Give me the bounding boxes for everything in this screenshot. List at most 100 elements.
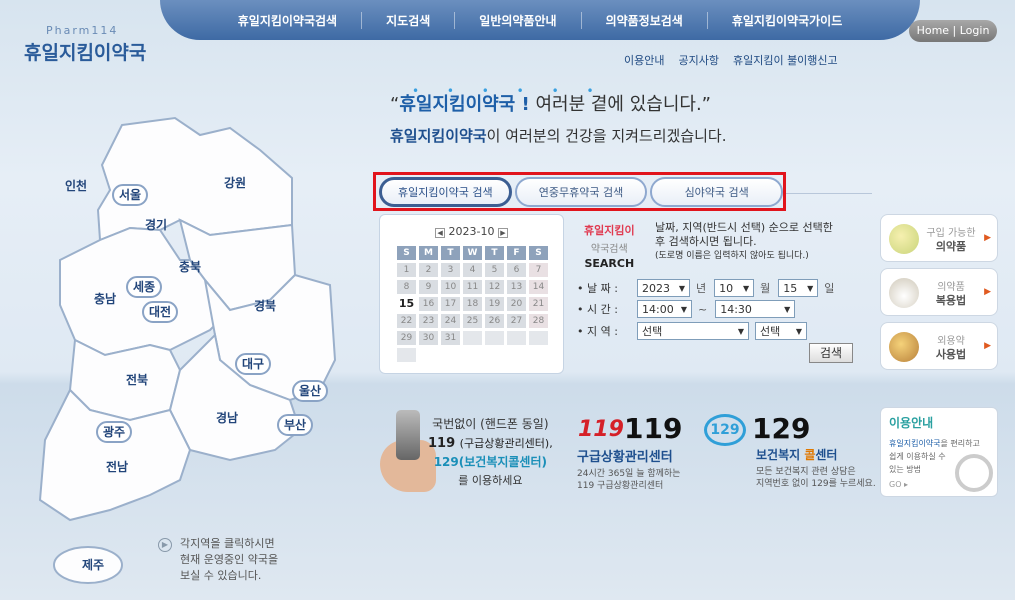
calendar-day[interactable]: 11 bbox=[463, 280, 482, 294]
map-region-gyeongnam[interactable]: 경남 bbox=[216, 409, 238, 426]
calendar-day[interactable]: 24 bbox=[441, 314, 460, 328]
info-129-sub: 모든 보건복지 관련 상담은 지역번호 없이 129를 누르세요. bbox=[756, 467, 876, 489]
calendar-day[interactable]: 8 bbox=[397, 280, 416, 294]
emergency-info: 국번없이 (핸드폰 동일) 119 (구급상황관리센터), 129(보건복지콜센… bbox=[428, 415, 553, 488]
calendar-day[interactable]: 25 bbox=[463, 314, 482, 328]
map-region-daejeon[interactable]: 대전 bbox=[142, 301, 178, 323]
prev-month-icon[interactable]: ◀ bbox=[435, 228, 446, 238]
map-region-daegu[interactable]: 대구 bbox=[235, 353, 271, 375]
calendar-day[interactable]: 19 bbox=[485, 297, 504, 311]
map-region-busan[interactable]: 부산 bbox=[277, 414, 313, 436]
subnav-report[interactable]: 휴일지킴이 불이행신고 bbox=[733, 52, 838, 68]
region-district-select[interactable]: 선택 ▼ bbox=[755, 322, 807, 340]
map-region-gyeonggi[interactable]: 경기 bbox=[145, 216, 167, 233]
chevron-down-icon: ▼ bbox=[737, 326, 744, 336]
info-129[interactable]: 보건복지 콜센터 모든 보건복지 관련 상담은 지역번호 없이 129를 누르세… bbox=[756, 446, 876, 490]
map-region-jeju[interactable]: 제주 bbox=[82, 556, 104, 573]
calendar-day[interactable]: 4 bbox=[463, 263, 482, 277]
calendar-day[interactable]: 5 bbox=[485, 263, 504, 277]
info-119[interactable]: 구급상황관리센터 24시간 365일 늘 함께하는 119 구급상황관리센터 bbox=[577, 446, 680, 492]
guide-title: 이용안내 bbox=[889, 416, 934, 430]
time-from-value: 14:00 bbox=[642, 302, 674, 316]
map-region-incheon[interactable]: 인천 bbox=[65, 177, 87, 194]
nav-map-search[interactable]: 지도검색 bbox=[361, 11, 454, 29]
map-region-sejong[interactable]: 세종 bbox=[126, 276, 162, 298]
map-region-jeonbuk[interactable]: 전북 bbox=[126, 371, 148, 388]
calendar-day[interactable]: 31 bbox=[441, 331, 460, 345]
side-button-otc-drugs[interactable]: 구입 가능한 의약품 ▶ bbox=[880, 214, 998, 262]
day-select[interactable]: 15 ▼ bbox=[778, 279, 819, 297]
map-region-chungnam[interactable]: 충남 bbox=[94, 290, 116, 307]
side-button-line1: 외용약 bbox=[937, 336, 965, 347]
side-button-external-use[interactable]: 외용약 사용법 ▶ bbox=[880, 322, 998, 370]
map-region-gwangju[interactable]: 광주 bbox=[96, 421, 132, 443]
year-select[interactable]: 2023 ▼ bbox=[637, 279, 690, 297]
calendar-day[interactable]: 16 bbox=[419, 297, 438, 311]
search-button[interactable]: 검색 bbox=[809, 343, 853, 363]
calendar-day[interactable]: 18 bbox=[463, 297, 482, 311]
time-from-select[interactable]: 14:00 ▼ bbox=[637, 300, 692, 318]
nav-drug-info-search[interactable]: 의약품정보검색 bbox=[580, 11, 707, 29]
calendar-day[interactable]: 10 bbox=[441, 280, 460, 294]
time-to-select[interactable]: 14:30 ▼ bbox=[715, 300, 796, 318]
calendar-day[interactable]: 6 bbox=[507, 263, 526, 277]
region-city-select[interactable]: 선택 ▼ bbox=[637, 322, 749, 340]
calendar-day[interactable]: 30 bbox=[419, 331, 438, 345]
calendar-day[interactable]: 3 bbox=[441, 263, 460, 277]
calendar-day[interactable]: 7 bbox=[529, 263, 548, 277]
tab-yearround-pharmacy-search[interactable]: 연중무휴약국 검색 bbox=[514, 176, 648, 207]
time-row: • 시 간 : 14:00 ▼ ~ 14:30 ▼ bbox=[577, 300, 796, 318]
chevron-down-icon: ▼ bbox=[795, 326, 802, 336]
calendar-empty-cell bbox=[397, 348, 416, 362]
map-region-chungbuk[interactable]: 충북 bbox=[179, 258, 201, 275]
calendar-day[interactable]: 9 bbox=[419, 280, 438, 294]
next-month-icon[interactable]: ▶ bbox=[497, 228, 508, 238]
search-title-1: 휴일지킴이 bbox=[584, 224, 635, 237]
logo-small-text: Pharm114 bbox=[46, 24, 119, 37]
search-tabs: 휴일지킴이약국 검색 연중무휴약국 검색 심야약국 검색 bbox=[373, 172, 786, 211]
calendar-empty-cell bbox=[463, 331, 482, 345]
usage-guide-box[interactable]: 이용안내 휴일지킴이약국을 편리하고 쉽게 이용하실 수 있는 방법 GO ▸ bbox=[880, 407, 998, 497]
logo-title: 휴일지킴이약국 bbox=[24, 42, 147, 64]
calendar-day[interactable]: 13 bbox=[507, 280, 526, 294]
calendar-day[interactable]: 15 bbox=[397, 297, 416, 311]
map-region-gangwon[interactable]: 강원 bbox=[224, 174, 246, 191]
side-button-dosage[interactable]: 의약품 복용법 ▶ bbox=[880, 268, 998, 316]
info-119-title: 구급상황관리센터 bbox=[577, 450, 673, 465]
nav-holiday-pharmacy-search[interactable]: 휴일지킴이약국검색 bbox=[214, 12, 361, 29]
calendar-day[interactable]: 17 bbox=[441, 297, 460, 311]
subnav-usage-guide[interactable]: 이용안내 bbox=[624, 52, 664, 68]
site-logo[interactable]: Pharm114 휴일지킴이약국 bbox=[24, 24, 146, 65]
tab-night-pharmacy-search[interactable]: 심야약국 검색 bbox=[650, 176, 784, 207]
month-select[interactable]: 10 ▼ bbox=[714, 279, 755, 297]
chevron-down-icon: ▼ bbox=[807, 283, 814, 293]
calendar-day[interactable]: 28 bbox=[529, 314, 548, 328]
calendar-day[interactable]: 20 bbox=[507, 297, 526, 311]
calendar-day[interactable]: 22 bbox=[397, 314, 416, 328]
subnav-notice[interactable]: 공지사항 bbox=[678, 52, 718, 68]
calendar-day[interactable]: 29 bbox=[397, 331, 416, 345]
calendar-day[interactable]: 26 bbox=[485, 314, 504, 328]
calendar-day[interactable]: 27 bbox=[507, 314, 526, 328]
calendar-day[interactable]: 23 bbox=[419, 314, 438, 328]
calendar-weekday: W bbox=[463, 246, 482, 260]
date-label: • 날 짜 : bbox=[577, 282, 618, 295]
info-119-sub: 24시간 365일 늘 함께하는 119 구급상황관리센터 bbox=[577, 469, 681, 491]
calendar-day[interactable]: 12 bbox=[485, 280, 504, 294]
calendar-day[interactable]: 21 bbox=[529, 297, 548, 311]
korea-map-shape bbox=[38, 116, 337, 584]
nav-pharmacy-guide[interactable]: 휴일지킴이약국가이드 bbox=[706, 11, 866, 29]
home-login-button[interactable]: Home | Login bbox=[909, 20, 997, 42]
calendar-day[interactable]: 1 bbox=[397, 263, 416, 277]
map-region-ulsan[interactable]: 울산 bbox=[292, 380, 328, 402]
day-unit: 일 bbox=[824, 282, 835, 295]
emergency-info-line4: 를 이용하세요 bbox=[458, 474, 523, 487]
map-region-gyeongbuk[interactable]: 경북 bbox=[254, 297, 276, 314]
map-region-seoul[interactable]: 서울 bbox=[112, 184, 148, 206]
search-description: 날짜, 지역(반드시 선택) 순으로 선택한 후 검색하시면 됩니다. (도로명… bbox=[655, 221, 833, 263]
calendar-day[interactable]: 2 bbox=[419, 263, 438, 277]
map-region-jeonnam[interactable]: 전남 bbox=[106, 458, 128, 475]
calendar-day[interactable]: 14 bbox=[529, 280, 548, 294]
nav-otc-guide[interactable]: 일반의약품안내 bbox=[454, 11, 580, 29]
tab-holiday-pharmacy-search[interactable]: 휴일지킴이약국 검색 bbox=[379, 176, 512, 207]
